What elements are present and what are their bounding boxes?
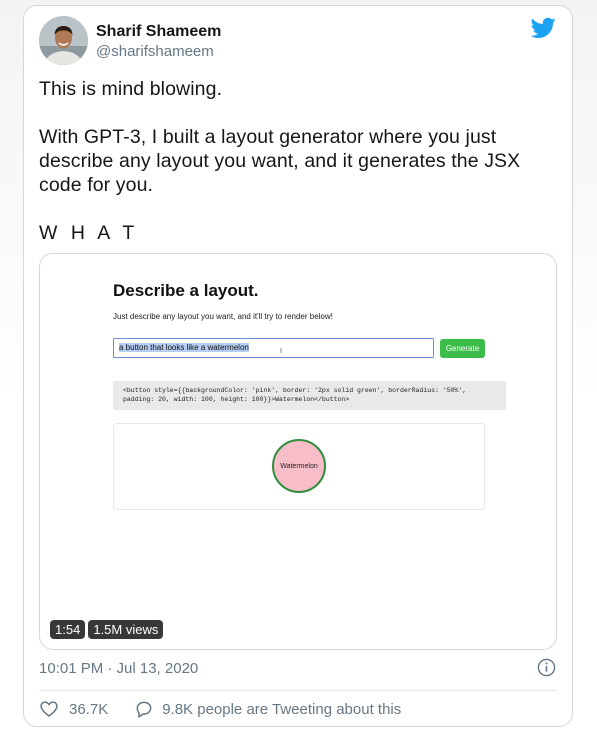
layout-description-input: a button that looks like a watermelon <box>113 338 434 358</box>
tweet-card: Sharif Shameem @sharifshameem This is mi… <box>23 5 573 727</box>
video-duration: 1:54 <box>50 620 86 639</box>
video-player[interactable]: Describe a layout. Just describe any lay… <box>39 253 557 650</box>
tweet-timestamp[interactable]: 10:01 PM · Jul 13, 2020 <box>39 660 198 677</box>
divider <box>39 690 557 691</box>
app-subtitle: Just describe any layout you want, and i… <box>113 312 333 321</box>
like-count: 36.7K <box>69 700 109 718</box>
speech-bubble-icon <box>136 701 152 718</box>
text-cursor-icon: I <box>280 348 282 355</box>
author-name[interactable]: Sharif Shameem <box>96 23 221 41</box>
heart-icon <box>40 701 58 718</box>
video-badges: 1:54 1.5M views <box>50 620 164 639</box>
avatar[interactable] <box>39 16 88 65</box>
tweeting-about-text: 9.8K people are Tweeting about this <box>162 700 402 718</box>
tweet-line: W H A T <box>39 222 139 244</box>
watermelon-button: Watermelon <box>272 439 326 493</box>
author-handle[interactable]: @sharifshameem <box>96 43 214 60</box>
tweeting-about-link[interactable]: 9.8K people are Tweeting about this <box>134 699 401 719</box>
twitter-bird-icon[interactable] <box>531 17 556 39</box>
tweet-text: This is mind blowing. With GPT-3, I buil… <box>39 77 559 245</box>
jsx-code-output: <button style={{backgroundColor: 'pink',… <box>113 381 506 410</box>
tweet-line: This is mind blowing. <box>39 78 223 100</box>
generate-button: Generate <box>440 339 485 358</box>
app-title: Describe a layout. <box>113 281 259 300</box>
input-value: a button that looks like a watermelon <box>119 343 249 352</box>
tweet-line: With GPT-3, I built a layout generator w… <box>39 126 521 196</box>
tweet-actions: 36.7K 9.8K people are Tweeting about thi… <box>39 699 401 719</box>
like-button[interactable]: 36.7K <box>39 699 108 719</box>
video-views: 1.5M views <box>88 620 164 639</box>
info-icon[interactable] <box>537 658 556 677</box>
avatar-image <box>39 16 88 65</box>
render-preview: Watermelon <box>113 423 485 510</box>
